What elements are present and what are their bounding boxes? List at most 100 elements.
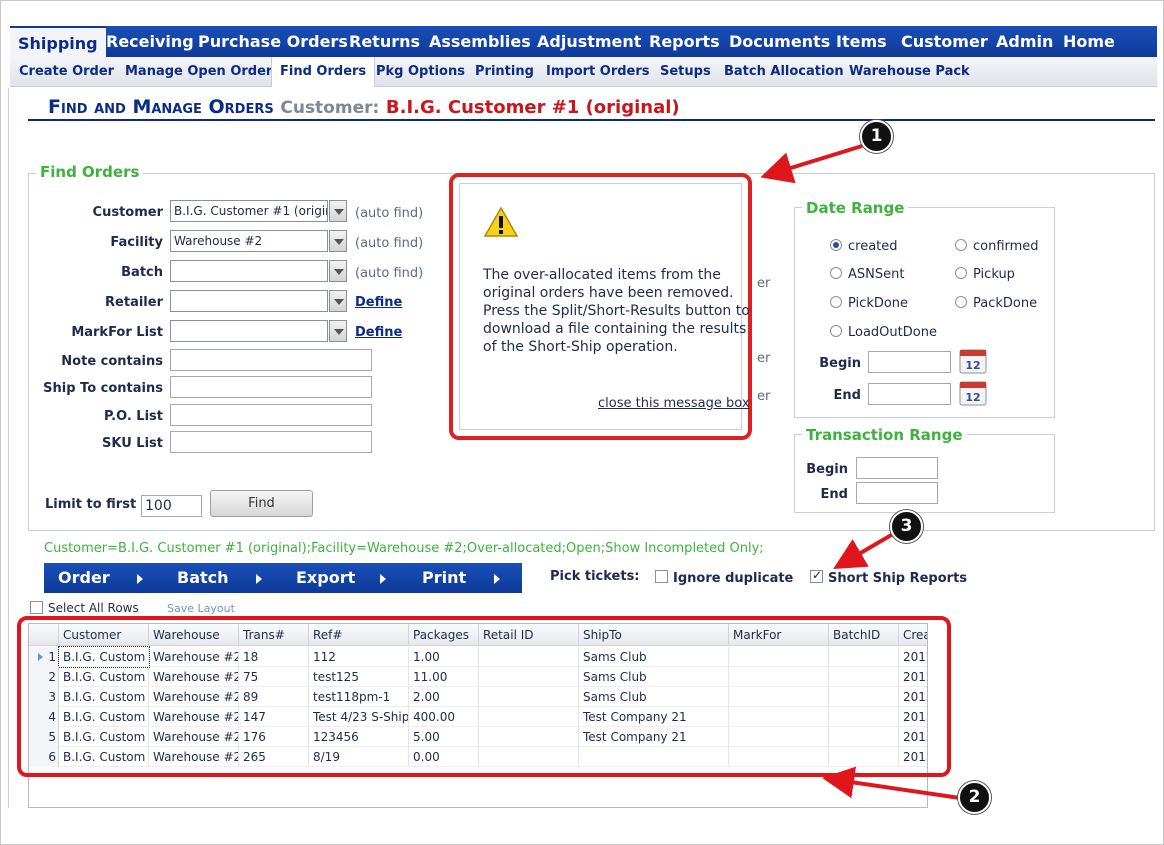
pick-tickets-label: Pick tickets: xyxy=(550,569,640,584)
markfor-dropdown-button[interactable] xyxy=(329,320,347,342)
export-menu-arrow-icon xyxy=(380,574,386,584)
radio-packdone-label: PackDone xyxy=(973,296,1038,311)
subnav-import-orders[interactable]: Import Orders xyxy=(538,57,658,87)
batch-menu[interactable]: Batch xyxy=(177,563,229,593)
radio-confirmed[interactable] xyxy=(955,239,967,251)
customer-label: Customer: xyxy=(280,98,380,118)
tab-assemblies[interactable]: Assemblies xyxy=(421,26,539,57)
radio-created[interactable] xyxy=(830,239,842,251)
batch-menu-arrow-icon xyxy=(256,574,262,584)
batch-select[interactable] xyxy=(170,260,328,282)
save-layout-link[interactable]: Save Layout xyxy=(167,602,235,615)
batch-field-label: Batch xyxy=(121,265,163,280)
facility-select[interactable]: Warehouse #2 xyxy=(170,230,328,252)
radio-pickdone-label: PickDone xyxy=(848,296,909,311)
left-border xyxy=(8,88,9,808)
trans-end-input[interactable] xyxy=(856,482,938,504)
tab-receiving[interactable]: Receiving xyxy=(98,26,202,57)
select-all-checkbox[interactable] xyxy=(30,601,43,614)
retailer-field-label: Retailer xyxy=(105,295,163,310)
markfor-define-link[interactable]: Define xyxy=(355,325,402,340)
trans-begin-label: Begin xyxy=(806,462,848,477)
customer-field-label: Customer xyxy=(92,205,163,220)
export-menu[interactable]: Export xyxy=(296,563,355,593)
trans-begin-input[interactable] xyxy=(856,457,938,479)
page-title: Find and Manage Orders Customer: B.I.G. … xyxy=(48,96,680,118)
print-menu[interactable]: Print xyxy=(422,563,466,593)
subnav-batch-allocation[interactable]: Batch Allocation xyxy=(716,57,852,87)
shipto-input[interactable] xyxy=(170,376,372,398)
page-title-text: Find and Manage Orders xyxy=(48,96,274,118)
radio-loadoutdone[interactable] xyxy=(830,325,842,337)
tab-documents[interactable]: Documents xyxy=(721,26,838,57)
subnav-setups[interactable]: Setups xyxy=(652,57,719,87)
section-divider xyxy=(28,530,1155,531)
limit-field-label: Limit to first xyxy=(45,497,137,512)
customer-select[interactable]: B.I.G. Customer #1 (origin xyxy=(170,200,328,222)
order-menu[interactable]: Order xyxy=(58,563,110,593)
tab-home[interactable]: Home xyxy=(1055,26,1123,57)
date-end-input[interactable] xyxy=(868,383,951,405)
subnav-manage-open-order[interactable]: Manage Open Order xyxy=(117,57,280,87)
po-input[interactable] xyxy=(170,404,372,426)
date-begin-input[interactable] xyxy=(868,351,951,373)
shipto-field-label: Ship To contains xyxy=(43,381,163,396)
action-bar: Order Batch Export Print xyxy=(44,563,522,593)
find-button[interactable]: Find xyxy=(210,490,313,517)
warning-icon xyxy=(484,206,518,237)
radio-pickup[interactable] xyxy=(955,267,967,279)
subnav-find-orders[interactable]: Find Orders xyxy=(271,57,376,87)
tab-customer[interactable]: Customer xyxy=(893,26,996,57)
transaction-range-legend: Transaction Range xyxy=(802,426,967,444)
retailer-define-link[interactable]: Define xyxy=(355,295,402,310)
annotation-badge-1: 1 xyxy=(860,120,893,153)
calendar-icon[interactable]: 12 xyxy=(959,379,987,406)
date-range-legend: Date Range xyxy=(802,199,909,217)
close-message-link[interactable]: close this message box xyxy=(598,396,750,411)
sub-nav: Create Order Manage Open Order Find Orde… xyxy=(10,57,1157,87)
subnav-printing[interactable]: Printing xyxy=(467,57,542,87)
tab-reports[interactable]: Reports xyxy=(641,26,728,57)
radio-asnsent[interactable] xyxy=(830,267,842,279)
batch-auto-find: (auto find) xyxy=(355,266,424,281)
po-field-label: P.O. List xyxy=(103,409,163,424)
message-text: The over-allocated items from the origin… xyxy=(483,267,750,355)
calendar-icon[interactable]: 12 xyxy=(959,347,987,374)
batch-dropdown-button[interactable] xyxy=(329,260,347,282)
order-menu-arrow-icon xyxy=(137,574,143,584)
hidden-label-fragment: er xyxy=(757,276,771,291)
tab-adjustment[interactable]: Adjustment xyxy=(529,26,649,57)
subnav-pkg-options[interactable]: Pkg Options xyxy=(368,57,473,87)
facility-auto-find: (auto find) xyxy=(355,236,424,251)
radio-asnsent-label: ASNSent xyxy=(848,267,905,282)
radio-pickup-label: Pickup xyxy=(973,267,1015,282)
retailer-select[interactable] xyxy=(170,290,328,312)
calendar-day: 12 xyxy=(965,359,980,372)
tab-purchase-orders[interactable]: Purchase Orders xyxy=(190,26,356,57)
message-box-inner: The over-allocated items from the origin… xyxy=(459,183,750,430)
message-box: The over-allocated items from the origin… xyxy=(449,173,752,440)
hidden-label-fragment: er xyxy=(757,389,771,404)
limit-input[interactable]: 100 xyxy=(141,495,202,517)
markfor-select[interactable] xyxy=(170,320,328,342)
tab-returns[interactable]: Returns xyxy=(341,26,428,57)
sku-field-label: SKU List xyxy=(102,436,163,451)
note-input[interactable] xyxy=(170,349,372,371)
tab-admin[interactable]: Admin xyxy=(988,26,1061,57)
calendar-day: 12 xyxy=(965,391,980,404)
retailer-dropdown-button[interactable] xyxy=(329,290,347,312)
ignore-duplicate-checkbox[interactable] xyxy=(655,570,668,583)
radio-loadoutdone-label: LoadOutDone xyxy=(848,325,937,340)
tab-shipping[interactable]: Shipping xyxy=(10,26,106,57)
facility-dropdown-button[interactable] xyxy=(329,230,347,252)
subnav-warehouse-pack[interactable]: Warehouse Pack xyxy=(841,57,978,87)
radio-pickdone[interactable] xyxy=(830,296,842,308)
short-ship-reports-checkbox[interactable] xyxy=(810,568,823,583)
sku-input[interactable] xyxy=(170,431,372,453)
annotation-badge-3: 3 xyxy=(890,510,923,543)
customer-name: B.I.G. Customer #1 (original) xyxy=(385,97,680,118)
subnav-create-order[interactable]: Create Order xyxy=(11,57,122,87)
customer-dropdown-button[interactable] xyxy=(329,200,347,222)
radio-packdone[interactable] xyxy=(955,296,967,308)
tab-items[interactable]: Items xyxy=(828,26,895,57)
